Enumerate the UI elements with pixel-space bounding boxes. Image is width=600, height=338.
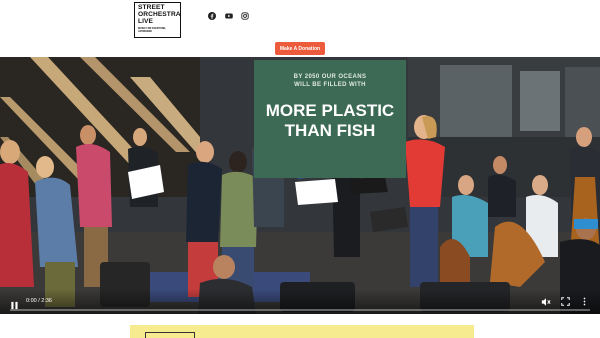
more-vertical-icon[interactable] — [579, 296, 590, 307]
play-icon[interactable] — [10, 297, 19, 310]
site-logo[interactable]: STREET ORCHESTRA LIVE MUSIC FOR EVERYONE… — [134, 2, 181, 38]
logo-line-3: LIVE — [138, 17, 154, 25]
video-player[interactable]: BY 2050 OUR OCEANS WILL BE FILLED WITH M… — [0, 57, 600, 314]
instagram-icon[interactable] — [240, 11, 250, 21]
banner-headline-2: THAN FISH — [284, 121, 376, 140]
youtube-icon[interactable] — [224, 11, 234, 21]
time-display: 0:00 / 2:36 — [26, 298, 52, 304]
facebook-icon[interactable] — [207, 11, 217, 21]
campaign-banner: BY 2050 OUR OCEANS WILL BE FILLED WITH M… — [254, 60, 406, 178]
donate-button[interactable]: Make A Donation — [275, 42, 325, 55]
next-section-logo — [145, 332, 195, 338]
video-controls: 0:00 / 2:36 — [0, 289, 600, 314]
volume-muted-icon[interactable] — [540, 296, 551, 307]
progress-bar[interactable] — [10, 309, 590, 311]
banner-line-1: BY 2050 OUR OCEANS — [293, 74, 367, 80]
logo-tagline: MUSIC FOR EVERYONE, ANYWHERE — [138, 27, 166, 34]
banner-headline-1: MORE PLASTIC — [265, 101, 395, 120]
next-section-card — [130, 325, 474, 338]
banner-line-2: WILL BE FILLED WITH — [294, 82, 366, 88]
fullscreen-icon[interactable] — [560, 296, 571, 307]
